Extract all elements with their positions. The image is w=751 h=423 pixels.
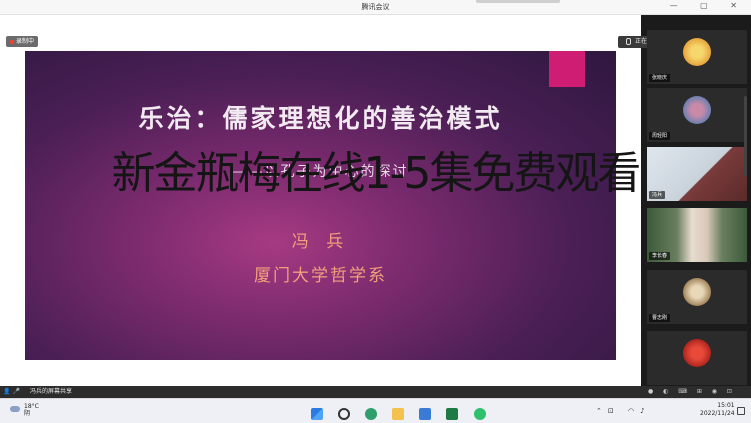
slide-bookmark-decoration — [549, 51, 585, 87]
share-bar-tray-icons[interactable]: ● ◐ ⌨ ⊞ ◉ ⊡ — [648, 386, 736, 398]
clock-date: 2022/11/24 — [700, 410, 735, 417]
participant-name: 曹志刚 — [649, 314, 671, 322]
wechat-icon[interactable] — [473, 407, 486, 420]
slide-institution: 厦门大学哲学系 — [254, 266, 387, 286]
weather-widget[interactable]: 18°C 阴 — [10, 403, 39, 417]
recording-badge[interactable]: 录制中 — [6, 36, 39, 47]
file-explorer-icon[interactable] — [392, 407, 405, 420]
share-bar-icons[interactable]: 👤🎤 — [3, 386, 22, 398]
weather-temp: 18°C — [24, 403, 39, 410]
participant-name: 李长春 — [649, 252, 671, 260]
windows-taskbar: 18°C 阴 ⌃⊡ ◠♪ 15:01 2022/11/24 — [0, 398, 751, 423]
slide-author: 冯 兵 — [291, 232, 350, 252]
screen-share-bar: 👤🎤 冯兵的屏幕共享 ● ◐ ⌨ ⊞ ◉ ⊡ — [0, 386, 751, 398]
search-icon[interactable] — [338, 407, 351, 420]
recording-label: 录制中 — [16, 38, 35, 45]
excel-icon[interactable] — [446, 407, 459, 420]
system-tray[interactable]: ⌃⊡ ◠♪ — [596, 407, 651, 415]
presentation-slide: 乐治：儒家理想化的善治模式 ——以孔子为中心的探讨 冯 兵 厦门大学哲学系 — [25, 51, 616, 360]
participant-name: 张晓庆 — [649, 74, 671, 82]
browser-icon[interactable] — [365, 407, 378, 420]
participant-avatar — [683, 37, 711, 66]
participant-tile[interactable] — [647, 331, 747, 385]
participant-tile[interactable]: 周轻阳 — [647, 88, 747, 142]
participant-avatar — [683, 95, 711, 124]
window-title: 腾讯会议 — [361, 3, 390, 11]
windows-start-icon[interactable] — [311, 407, 323, 420]
record-dot-icon — [10, 39, 14, 44]
taskbar-clock[interactable]: 15:01 2022/11/24 — [700, 402, 735, 418]
participant-tile[interactable]: 张晓庆 — [647, 30, 747, 84]
cloud-icon — [10, 406, 20, 412]
screen-share-label: 冯兵的屏幕共享 — [30, 388, 73, 395]
overlay-caption: 新金瓶梅在线1-5集免费观看 — [111, 148, 642, 199]
participant-avatar — [683, 338, 711, 367]
notification-icon[interactable] — [737, 407, 745, 415]
weather-desc: 阴 — [24, 410, 31, 417]
clock-time: 15:01 — [717, 402, 735, 409]
participant-tile[interactable]: 曹志刚 — [647, 270, 747, 324]
taskbar-apps — [306, 403, 491, 420]
meeting-app-icon[interactable] — [419, 407, 432, 420]
window-titlebar: 腾讯会议 — ▢ ✕ — [0, 0, 751, 15]
participant-avatar — [683, 277, 711, 306]
participant-tile-active[interactable]: 李长春 — [647, 208, 747, 262]
microphone-icon — [626, 38, 631, 45]
slide-title: 乐治：儒家理想化的善治模式 — [138, 104, 503, 133]
window-controls[interactable]: — ▢ ✕ — [670, 1, 747, 10]
